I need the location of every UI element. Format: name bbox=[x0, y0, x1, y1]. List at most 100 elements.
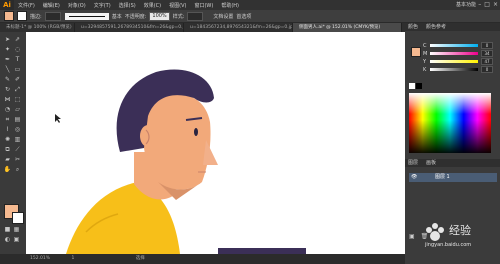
visibility-eye-icon[interactable]: 👁 bbox=[411, 174, 417, 180]
color-spectrum[interactable] bbox=[409, 93, 491, 153]
zoom-level[interactable]: 152.01% bbox=[30, 256, 50, 261]
doc-setup-button[interactable]: 文档设置 bbox=[213, 13, 233, 20]
perspective-tool-icon[interactable]: ▱ bbox=[13, 106, 22, 114]
artboard-tool-icon[interactable]: ⧉ bbox=[3, 146, 12, 154]
tab-doc-1[interactable]: 未标题-1* @ 100% (RGB/预览) bbox=[0, 23, 75, 32]
mesh-tool-icon[interactable]: ⌗ bbox=[3, 116, 12, 124]
scale-tool-icon[interactable]: ⤢ bbox=[13, 86, 22, 94]
menu-type[interactable]: 文字(T) bbox=[90, 2, 115, 9]
stroke-color-swatch[interactable] bbox=[12, 212, 24, 224]
workspace-switcher[interactable]: 基本功能 bbox=[456, 1, 476, 8]
channel-m: M 34 bbox=[423, 50, 493, 57]
pencil-tool-icon[interactable]: ✐ bbox=[13, 76, 22, 84]
blend-tool-icon[interactable]: ◎ bbox=[13, 126, 22, 134]
artboard-canvas[interactable] bbox=[26, 32, 405, 254]
hand-tool-icon[interactable]: ✋ bbox=[3, 166, 12, 174]
stroke-profile[interactable] bbox=[64, 12, 109, 20]
maximize-icon[interactable]: □ bbox=[484, 1, 490, 8]
menu-edit[interactable]: 编辑(E) bbox=[39, 2, 64, 9]
selection-tool-icon[interactable]: ➤ bbox=[3, 36, 12, 44]
slider-y[interactable] bbox=[430, 60, 478, 63]
channel-y: Y 47 bbox=[423, 58, 493, 65]
artboard-number[interactable]: 1 bbox=[71, 256, 74, 261]
eyedropper-tool-icon[interactable]: ⌇ bbox=[3, 126, 12, 134]
watermark: 经验 jingyan.baidu.com bbox=[405, 212, 500, 256]
menu-select[interactable]: 选择(S) bbox=[115, 2, 140, 9]
black-swatch[interactable] bbox=[416, 83, 422, 89]
eraser-tool-icon[interactable]: ▰ bbox=[3, 156, 12, 164]
rectangle-tool-icon[interactable]: ▭ bbox=[13, 66, 22, 74]
gradient-tool-icon[interactable]: ▤ bbox=[13, 116, 22, 124]
menubar: Ai 文件(F) 编辑(E) 对象(O) 文字(T) 选择(S) 效果(C) 视… bbox=[0, 0, 500, 10]
layer-name[interactable]: 图层 1 bbox=[435, 174, 450, 180]
value-m[interactable]: 34 bbox=[481, 50, 493, 57]
prefs-button[interactable]: 首选项 bbox=[236, 13, 251, 20]
tab-layers[interactable]: 图层 bbox=[405, 159, 421, 167]
style-field[interactable] bbox=[187, 11, 204, 21]
panel-fill-swatch[interactable] bbox=[411, 47, 421, 57]
paintbrush-tool-icon[interactable]: ✎ bbox=[3, 76, 12, 84]
menu-effect[interactable]: 效果(C) bbox=[140, 2, 165, 9]
tools-panel: ➤ ⇗ ✦ ◌ ✒ T ╲ ▭ ✎ ✐ ↻ ⤢ ⋈ ⬚ ◔ ▱ ⌗ ▤ ⌇ ◎ … bbox=[0, 32, 26, 254]
illustration bbox=[55, 69, 306, 254]
tab-doc-active[interactable]: 侧面男人.ai* @ 152.01% (CMYK/预览) bbox=[293, 23, 402, 32]
lasso-tool-icon[interactable]: ◌ bbox=[13, 46, 22, 54]
panel-tabs: 颜色 颜色参考 bbox=[405, 23, 500, 31]
spectrum-swatches bbox=[409, 83, 422, 89]
stroke-style[interactable]: 基本 bbox=[112, 13, 122, 20]
watermark-text: 经验 bbox=[449, 224, 471, 237]
stroke-weight-field[interactable] bbox=[44, 11, 61, 21]
stroke-label: 描边: bbox=[30, 13, 42, 20]
tab-doc-2[interactable]: u=3294857591,2678934510&fm=26&gp=0.jpg bbox=[75, 23, 184, 32]
opacity-field[interactable]: 100% bbox=[149, 11, 170, 21]
slice-tool-icon[interactable]: ⟋ bbox=[13, 146, 22, 154]
channel-c: C 0 bbox=[423, 42, 493, 49]
value-k[interactable]: 0 bbox=[481, 66, 493, 73]
tab-color-guide[interactable]: 颜色参考 bbox=[423, 23, 449, 31]
menu-help[interactable]: 帮助(H) bbox=[217, 2, 243, 9]
ear bbox=[140, 125, 156, 147]
menu-window[interactable]: 窗口(W) bbox=[190, 2, 217, 9]
scissors-tool-icon[interactable]: ✂ bbox=[13, 156, 22, 164]
stroke-swatch[interactable] bbox=[17, 11, 27, 21]
cursor-icon bbox=[55, 114, 61, 123]
tab-doc-3[interactable]: u=1843567234,897654321&fm=26&gp=0.jpg bbox=[184, 23, 293, 32]
fill-swatch[interactable] bbox=[4, 11, 14, 21]
zoom-tool-icon[interactable]: ⌕ bbox=[13, 166, 22, 174]
width-tool-icon[interactable]: ⋈ bbox=[3, 96, 12, 104]
rotate-tool-icon[interactable]: ↻ bbox=[3, 86, 12, 94]
color-mode-icon[interactable]: ■ bbox=[3, 226, 12, 234]
free-transform-tool-icon[interactable]: ⬚ bbox=[13, 96, 22, 104]
minimize-icon[interactable]: – bbox=[478, 1, 481, 8]
menu-object[interactable]: 对象(O) bbox=[64, 2, 90, 9]
status-bar: 152.01% 1 选择 bbox=[0, 254, 405, 264]
symbol-sprayer-tool-icon[interactable]: ✺ bbox=[3, 136, 12, 144]
shape-builder-tool-icon[interactable]: ◔ bbox=[3, 106, 12, 114]
layer-row[interactable]: 👁 图层 1 bbox=[409, 173, 497, 182]
draw-mode-icon[interactable]: ◐ bbox=[3, 236, 12, 244]
screen-mode-icon[interactable]: ▣ bbox=[12, 236, 21, 244]
line-tool-icon[interactable]: ╲ bbox=[3, 66, 12, 74]
slider-m[interactable] bbox=[430, 52, 478, 55]
menu-view[interactable]: 视图(V) bbox=[165, 2, 190, 9]
menu-file[interactable]: 文件(F) bbox=[14, 2, 39, 9]
magic-wand-tool-icon[interactable]: ✦ bbox=[3, 46, 12, 54]
tab-color[interactable]: 颜色 bbox=[405, 23, 421, 31]
tab-artboards[interactable]: 画板 bbox=[423, 159, 439, 167]
direct-selection-tool-icon[interactable]: ⇗ bbox=[13, 36, 22, 44]
layers-tabs: 图层 画板 bbox=[405, 159, 500, 167]
channel-k: K 0 bbox=[423, 66, 493, 73]
white-swatch[interactable] bbox=[409, 83, 415, 89]
slider-k[interactable] bbox=[430, 68, 478, 71]
value-y[interactable]: 47 bbox=[481, 58, 493, 65]
pen-tool-icon[interactable]: ✒ bbox=[3, 56, 12, 64]
eye bbox=[194, 128, 198, 136]
graph-tool-icon[interactable]: ▥ bbox=[13, 136, 22, 144]
slider-c[interactable] bbox=[430, 44, 478, 47]
close-icon[interactable]: × bbox=[493, 1, 498, 8]
type-tool-icon[interactable]: T bbox=[13, 56, 22, 64]
value-c[interactable]: 0 bbox=[481, 42, 493, 49]
opacity-label: 不透明度: bbox=[124, 13, 147, 20]
gradient-mode-icon[interactable]: ▦ bbox=[12, 226, 21, 234]
app-logo: Ai bbox=[0, 0, 14, 10]
